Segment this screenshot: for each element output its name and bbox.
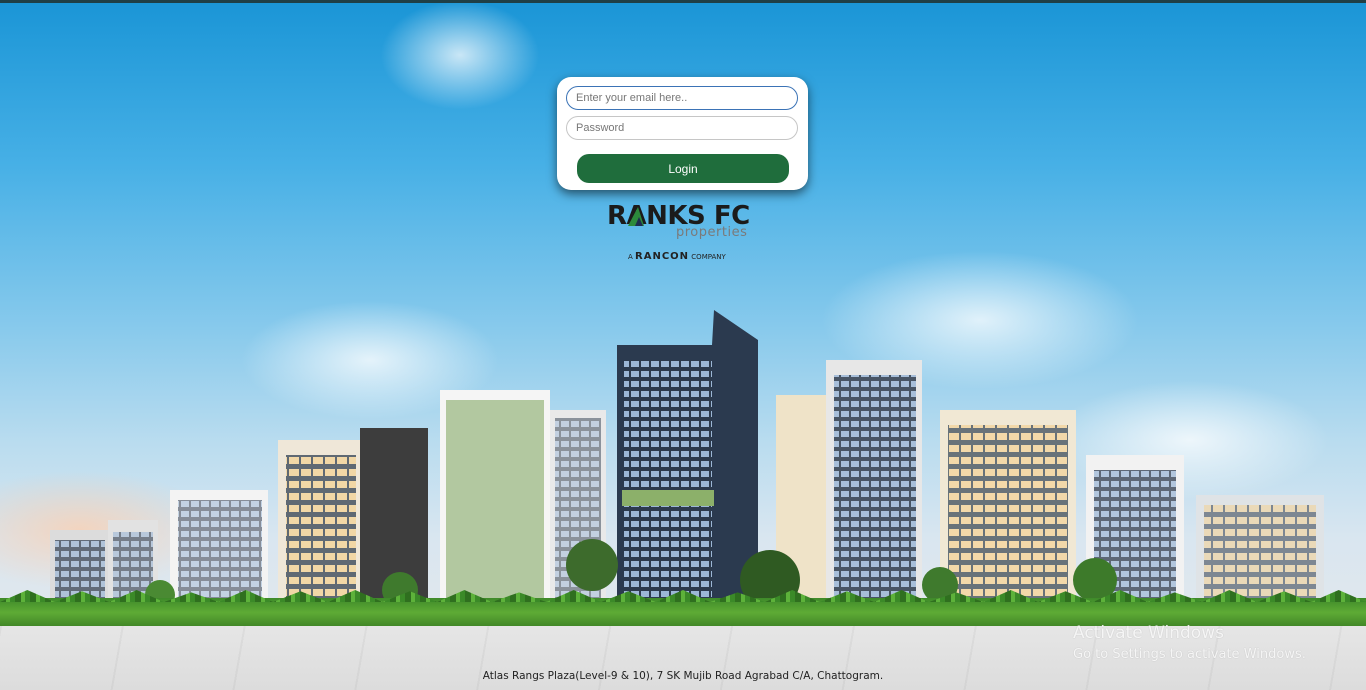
watermark-title: Activate Windows [1073, 623, 1224, 643]
logo-tag-prefix: A [628, 253, 633, 261]
watermark-subtitle: Go to Settings to activate Windows. [1073, 647, 1306, 662]
buildings-skyline [50, 310, 1324, 610]
logo-tag-company: RANCON [635, 251, 690, 262]
logo-brand-sub: properties [676, 225, 748, 240]
logo-tagline: A RANCON COMPANY [628, 251, 726, 262]
login-button[interactable]: Login [577, 154, 789, 183]
footer-address: Atlas Rangs Plaza(Level-9 & 10), 7 SK Mu… [482, 670, 884, 682]
logo-tag-suffix: COMPANY [691, 253, 726, 261]
login-form: Login [557, 77, 808, 190]
company-logo: RANKS FC properties A RANCON COMPANY [600, 201, 770, 271]
email-input[interactable] [566, 86, 798, 110]
activate-windows-watermark: Activate Windows Go to Settings to activ… [1073, 622, 1306, 664]
cloud [380, 0, 540, 110]
password-input[interactable] [566, 116, 798, 140]
logo-triangle-icon [628, 207, 644, 226]
top-border [0, 0, 1366, 3]
